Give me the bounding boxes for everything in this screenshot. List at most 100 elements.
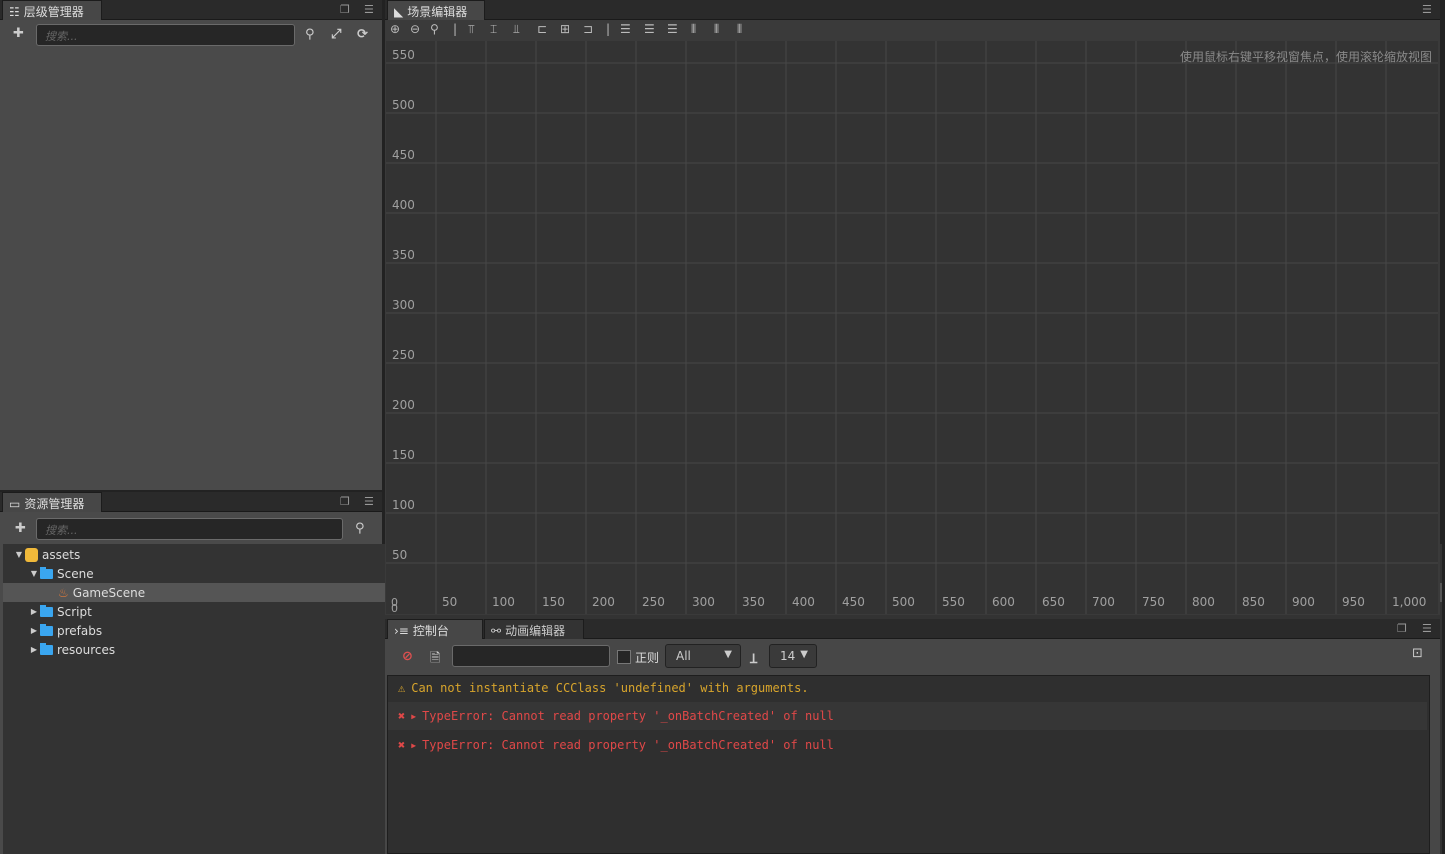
align-top-icon[interactable]: ⫪	[468, 22, 475, 37]
y-tick-label: 300	[392, 298, 415, 312]
align-vcenter-icon[interactable]: ⌶	[490, 22, 497, 37]
hierarchy-tabbar: ☷ 层级管理器 ❐ ☰	[0, 0, 382, 20]
menu-icon[interactable]: ☰	[364, 3, 374, 16]
message-text: Can not instantiate CCClass 'undefined' …	[411, 681, 809, 695]
expand-arrow-icon[interactable]: ▶	[411, 741, 416, 750]
x-tick-label: 900	[1292, 595, 1315, 609]
align-left-icon[interactable]: ⊏	[537, 22, 547, 36]
menu-icon[interactable]: ☰	[1422, 3, 1432, 16]
collapse-icon[interactable]: ⊡	[1412, 646, 1423, 661]
tab-label: 资源管理器	[24, 497, 85, 511]
font-size-select[interactable]: 14 ▼	[769, 644, 817, 668]
popout-icon[interactable]: ❐	[340, 495, 350, 508]
x-tick-label: 350	[742, 595, 765, 609]
collapsed-arrow-icon[interactable]: ▶	[28, 607, 40, 616]
hierarchy-icon: ☷	[9, 4, 20, 19]
x-tick-label: 500	[892, 595, 915, 609]
popout-icon[interactable]: ❐	[340, 3, 350, 16]
tab-animation-editor[interactable]: ⚯ 动画编辑器	[484, 619, 584, 639]
refresh-icon[interactable]: ⟳	[357, 27, 368, 42]
x-tick-label: 250	[642, 595, 665, 609]
folder-icon: ▭	[9, 496, 21, 511]
folder-icon	[40, 623, 53, 636]
console-error-row[interactable]: ✖ ▶ TypeError: Cannot read property '_onBa…	[388, 731, 1427, 759]
x-tick-label: 450	[842, 595, 865, 609]
distribute-left-icon[interactable]: ⫴	[691, 22, 696, 37]
menu-icon[interactable]: ☰	[1422, 622, 1432, 635]
zoom-out-icon[interactable]: ⊖	[410, 22, 420, 36]
y-tick-label: 350	[392, 248, 415, 262]
regex-checkbox[interactable]	[617, 650, 631, 664]
y-tick-label: 400	[392, 198, 415, 212]
folder-icon	[40, 566, 53, 579]
scene-hint: 使用鼠标右键平移视窗焦点，使用滚轮缩放视图	[1179, 50, 1432, 64]
distribute-hcenter-icon[interactable]: ⫴	[714, 22, 719, 37]
collapsed-arrow-icon[interactable]: ▶	[28, 626, 40, 635]
level-filter-select[interactable]: All ▼	[665, 644, 741, 668]
hierarchy-search-input[interactable]: 搜索...	[36, 24, 295, 46]
search-icon[interactable]: ⚲	[355, 521, 365, 536]
tab-console[interactable]: ›≡ 控制台	[387, 619, 483, 639]
x-tick-label: 600	[992, 595, 1015, 609]
search-icon[interactable]: ⚲	[305, 27, 315, 42]
zoom-in-icon[interactable]: ⊕	[390, 22, 400, 36]
scene-fire-icon: ♨	[58, 585, 69, 600]
console-warning-row[interactable]: ⚠ Can not instantiate CCClass 'undefined'…	[388, 674, 1427, 702]
node-label: GameScene	[72, 585, 146, 600]
assets-search-input[interactable]: 搜索...	[36, 518, 343, 540]
log-file-icon[interactable]: 🗎	[430, 649, 440, 671]
message-text: TypeError: Cannot read property '_onBatc…	[422, 738, 834, 752]
message-text: TypeError: Cannot read property '_onBatc…	[422, 709, 834, 723]
expand-icon[interactable]: ⤢	[331, 27, 341, 42]
distribute-right-icon[interactable]: ⫴	[737, 22, 742, 37]
y-tick-label: 200	[392, 398, 415, 412]
add-icon[interactable]: ✚	[15, 521, 26, 536]
tab-label: 层级管理器	[23, 5, 84, 19]
animation-icon: ⚯	[491, 623, 502, 638]
align-right-icon[interactable]: ⊐	[583, 22, 593, 36]
y-tick-label: 250	[392, 348, 415, 362]
console-filter-input[interactable]	[452, 645, 610, 667]
x-tick-label: 950	[1342, 595, 1365, 609]
expand-arrow-icon[interactable]: ▶	[411, 712, 416, 721]
distribute-vcenter-icon[interactable]: ☰	[644, 22, 655, 36]
toolbar-separator: |	[453, 22, 458, 36]
align-bottom-icon[interactable]: ⫫	[513, 22, 520, 37]
tab-hierarchy[interactable]: ☷ 层级管理器	[2, 0, 102, 20]
align-hcenter-icon[interactable]: ⊞	[560, 22, 570, 36]
warning-icon: ⚠	[398, 681, 406, 695]
folder-icon	[40, 642, 53, 655]
x-tick-label: 300	[692, 595, 715, 609]
clear-icon[interactable]: ⊘	[402, 649, 413, 664]
regex-label: 正则	[635, 651, 660, 665]
node-label: assets	[42, 547, 81, 562]
error-icon: ✖	[398, 709, 406, 723]
y-tick-label: 450	[392, 148, 415, 162]
expanded-arrow-icon[interactable]: ▼	[28, 569, 40, 578]
font-size-icon: Ʇ	[750, 652, 758, 667]
scene-canvas[interactable]: 50 100 150 200 250 300 350 400 450 500 550 600 650 70…	[386, 41, 1438, 614]
x-tick-label: 400	[792, 595, 815, 609]
y-tick-label: 150	[392, 448, 415, 462]
expanded-arrow-icon[interactable]: ▼	[13, 550, 25, 559]
level-filter-value: All	[676, 649, 691, 663]
x-tick-label: 850	[1242, 595, 1265, 609]
x-tick-label: 1,000	[1392, 595, 1426, 609]
menu-icon[interactable]: ☰	[364, 495, 374, 508]
tab-scene-editor[interactable]: ◣ 场景编辑器	[387, 0, 485, 20]
tab-assets[interactable]: ▭ 资源管理器	[2, 492, 102, 512]
error-icon: ✖	[398, 738, 406, 752]
x-tick-label: 550	[942, 595, 965, 609]
distribute-top-icon[interactable]: ☰	[620, 22, 631, 36]
console-error-row[interactable]: ✖ ▶ TypeError: Cannot read property '_onBa…	[388, 702, 1427, 730]
popout-icon[interactable]: ❐	[1397, 622, 1407, 635]
origin-label: 0	[391, 602, 398, 614]
x-tick-label: 650	[1042, 595, 1065, 609]
collapsed-arrow-icon[interactable]: ▶	[28, 645, 40, 654]
zoom-reset-icon[interactable]: ⚲	[430, 22, 439, 36]
folder-icon	[40, 604, 53, 617]
scene-tabbar: ◣ 场景编辑器 ☰	[385, 0, 1440, 20]
tab-label: 场景编辑器	[407, 5, 468, 19]
add-icon[interactable]: ✚	[13, 26, 24, 41]
distribute-bottom-icon[interactable]: ☰	[667, 22, 678, 36]
